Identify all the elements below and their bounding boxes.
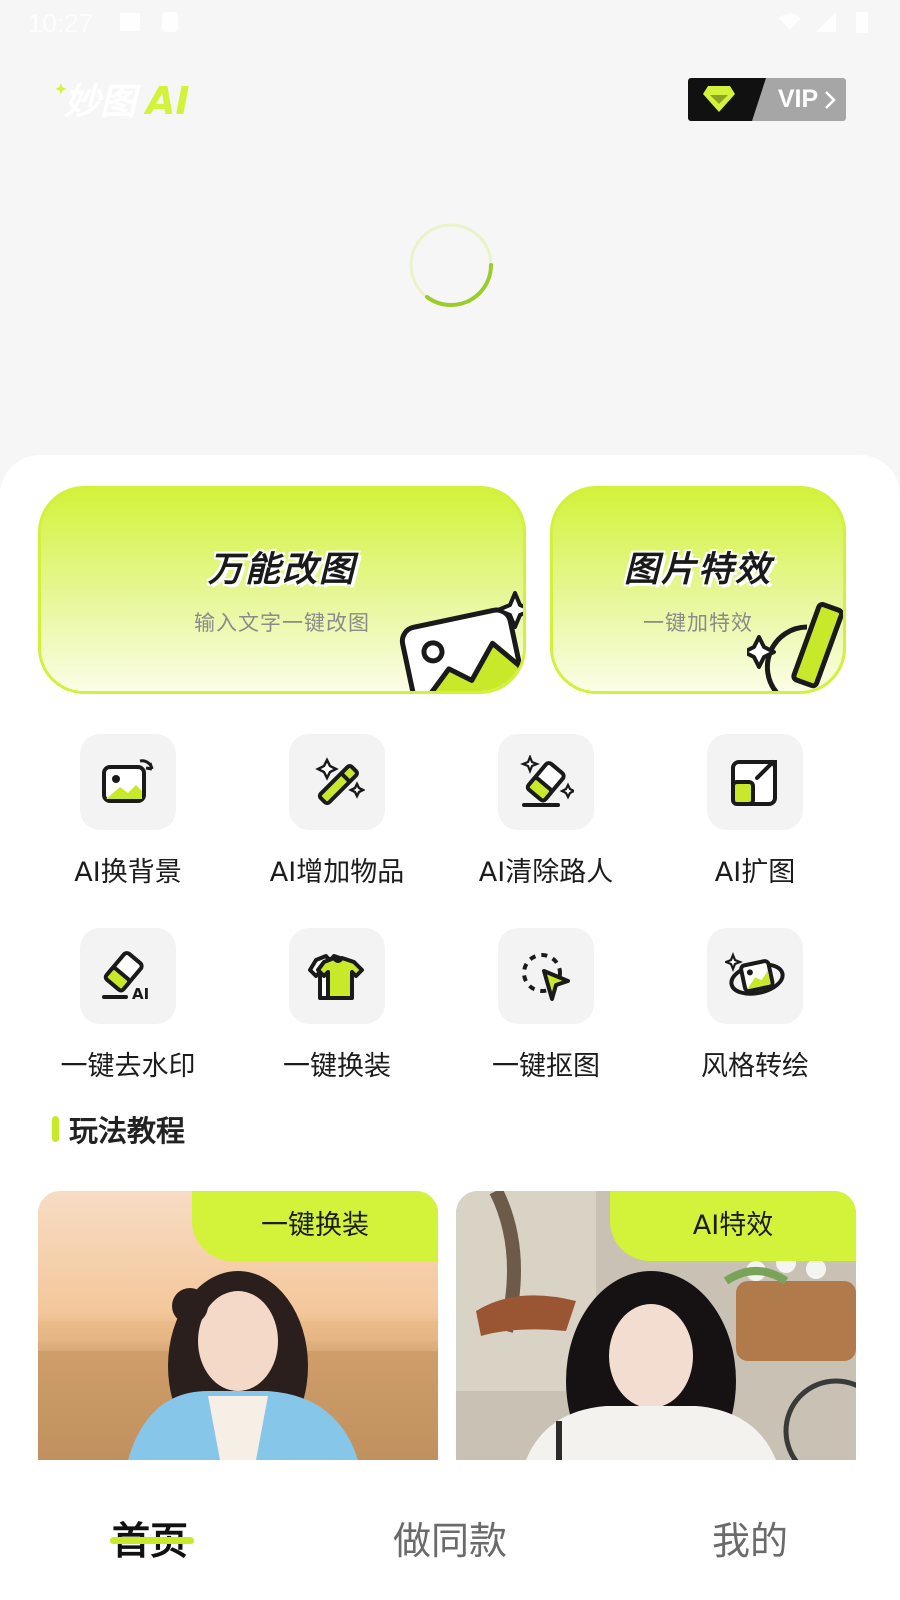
nav-tab-make-same[interactable]: 做同款: [360, 1510, 540, 1565]
section-accent-bar: [52, 1116, 59, 1142]
feature-card-title: 万能改图: [207, 550, 356, 590]
battery-icon: [856, 12, 868, 33]
app-logo: 妙图 AI: [55, 74, 216, 124]
vip-label: VIP: [777, 85, 819, 113]
tool-change-outfit[interactable]: 一键换装: [242, 928, 432, 1083]
wifi-icon: [779, 13, 801, 30]
svg-text:AI: AI: [143, 79, 190, 123]
style-transfer-icon: [725, 952, 785, 996]
tool-ai-remove-people[interactable]: AI清除路人: [451, 734, 641, 889]
magic-pen-icon: [747, 602, 843, 691]
vip-button[interactable]: VIP: [688, 78, 846, 121]
banner-area: [0, 160, 900, 460]
feature-card-title: 图片特效: [623, 550, 772, 590]
svg-text:AI: AI: [132, 985, 149, 1003]
picture-sparkle-icon: [399, 591, 523, 691]
logo-mark: 妙图 AI: [55, 79, 190, 123]
chevron-right-icon: [825, 90, 836, 109]
tool-style-transfer[interactable]: 风格转绘: [660, 928, 850, 1083]
diamond-icon: [703, 86, 735, 112]
tutorial-card-ai-effects[interactable]: AI特效: [456, 1191, 856, 1460]
gallery-notification-icon: [120, 13, 140, 31]
watermark-eraser-icon: AI: [102, 951, 149, 1003]
tool-remove-watermark[interactable]: AI 一键去水印: [33, 928, 223, 1083]
tutorial-tag: AI特效: [610, 1191, 856, 1261]
feature-card-edit[interactable]: 万能改图 输入文字一键改图: [38, 486, 526, 694]
tool-ai-add-object[interactable]: AI增加物品: [242, 734, 432, 889]
tool-label: 一键换装: [283, 1051, 391, 1082]
tutorial-tag: 一键换装: [192, 1191, 438, 1261]
tool-label: AI清除路人: [478, 857, 614, 888]
eraser-icon: [520, 755, 574, 807]
tool-ai-expand-image[interactable]: AI扩图: [660, 734, 850, 889]
tool-ai-change-background[interactable]: AI换背景: [33, 734, 223, 889]
tshirt-icon: [308, 954, 364, 1000]
magic-wand-icon: [315, 757, 365, 806]
tool-label: AI换背景: [74, 857, 182, 888]
app-notification-icon: [162, 12, 178, 32]
tutorials-section-title: 玩法教程: [69, 1114, 186, 1148]
tool-cutout[interactable]: 一键抠图: [451, 928, 641, 1083]
tool-label: AI增加物品: [269, 857, 405, 888]
tool-label: 一键去水印: [60, 1051, 196, 1082]
tool-label: AI扩图: [714, 857, 796, 888]
image-swap-icon: [102, 759, 154, 803]
tool-label: 一键抠图: [492, 1051, 600, 1082]
feature-card-effects[interactable]: 图片特效 一键加特效: [550, 486, 846, 694]
loading-spinner-icon: [409, 223, 493, 308]
status-bar: 10:27: [0, 0, 900, 48]
status-time: 10:27: [28, 8, 94, 38]
signal-icon: [816, 12, 836, 32]
svg-text:妙图: 妙图: [64, 82, 141, 123]
tutorial-card-outfit[interactable]: 一键换装: [38, 1191, 438, 1460]
expand-image-icon: [731, 760, 777, 806]
tutorials-section-header: 玩法教程: [52, 1108, 185, 1150]
tool-label: 风格转绘: [701, 1051, 809, 1082]
cutout-cursor-icon: [522, 953, 570, 1001]
nav-active-indicator: [110, 1537, 194, 1544]
nav-tab-mine[interactable]: 我的: [660, 1510, 840, 1565]
